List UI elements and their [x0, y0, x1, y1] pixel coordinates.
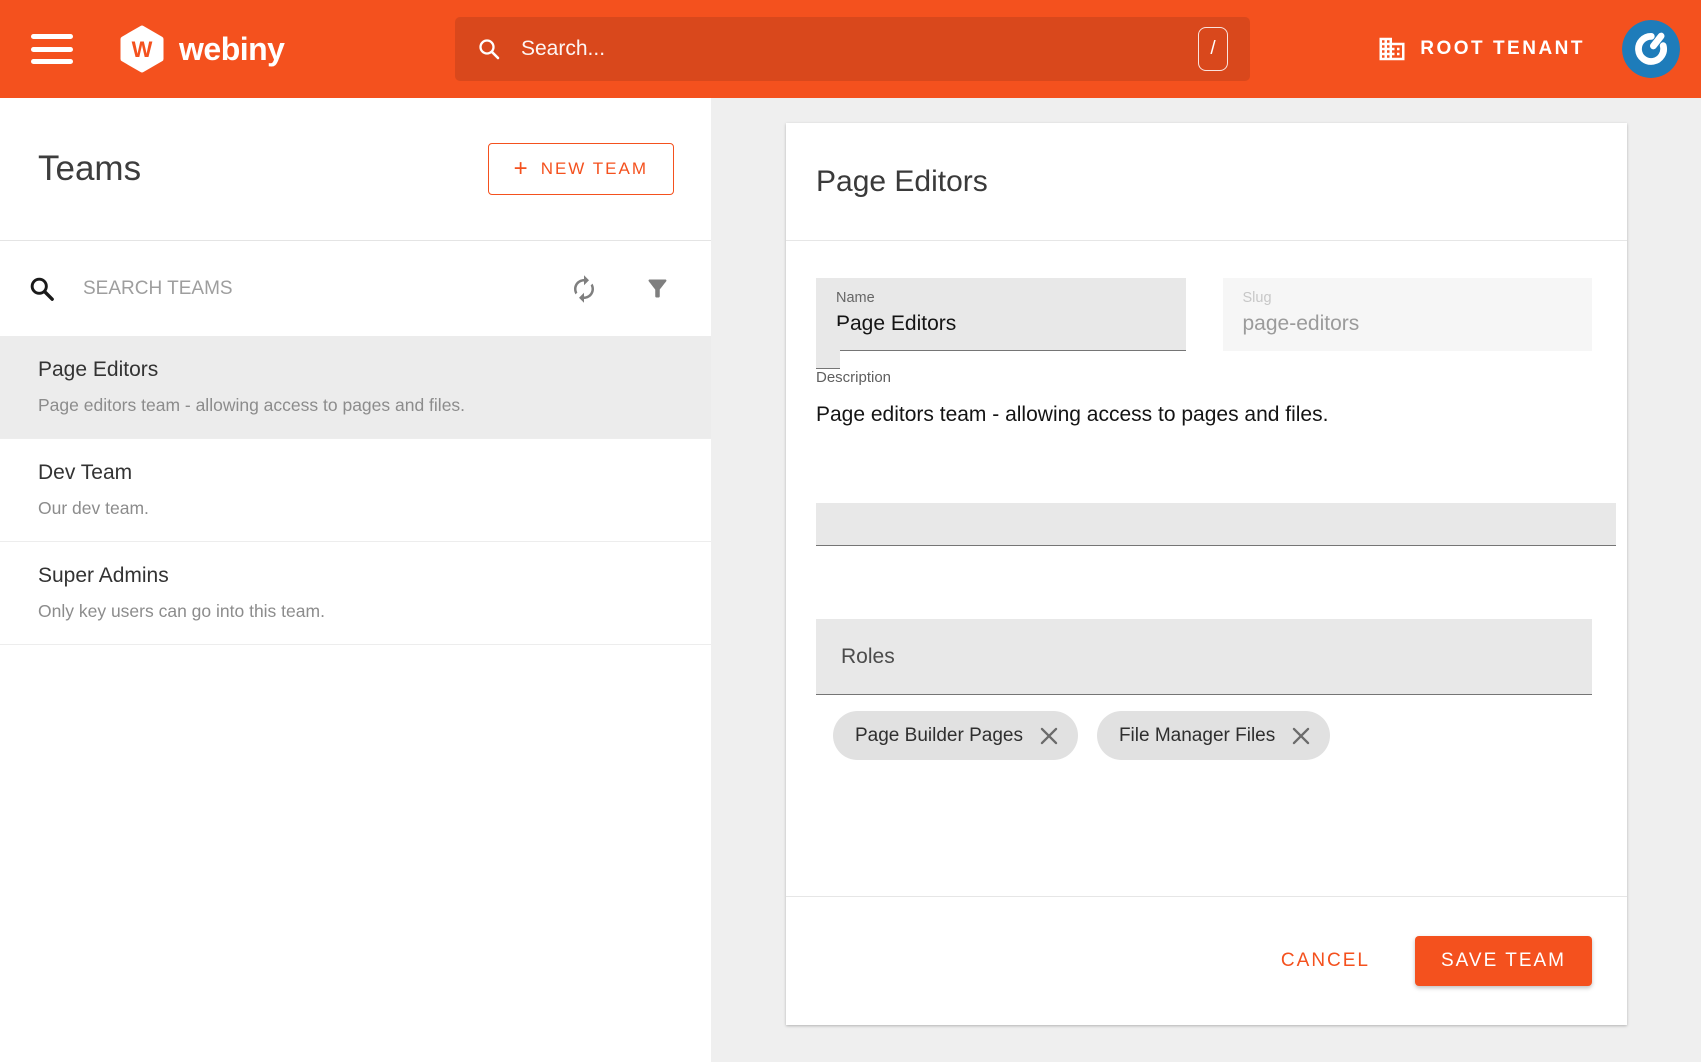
tenant-selector[interactable]: ROOT TENANT: [1377, 34, 1585, 64]
close-icon: [1040, 727, 1058, 745]
webiny-logo[interactable]: W webiny: [118, 25, 284, 73]
search-icon: [477, 37, 501, 61]
team-list-item-super-admins[interactable]: Super Admins Only key users can go into …: [0, 542, 711, 645]
role-chip-label: Page Builder Pages: [855, 725, 1023, 747]
team-description: Our dev team.: [38, 498, 673, 519]
team-name: Super Admins: [38, 564, 673, 588]
building-icon: [1377, 34, 1407, 64]
name-field-label: Name: [836, 290, 1166, 306]
description-field[interactable]: Description: [816, 326, 1616, 546]
team-editor-panel: Page Editors Name Slug Description: [711, 98, 1701, 1062]
filter-icon: [644, 275, 671, 302]
roles-field[interactable]: Roles: [816, 619, 1592, 695]
search-shortcut-key: /: [1198, 27, 1228, 71]
name-field[interactable]: Name: [816, 278, 1186, 351]
search-icon: [28, 275, 55, 302]
app-header: W webiny / ROOT TENANT: [0, 0, 1701, 98]
team-editor-title: Page Editors: [816, 165, 988, 199]
cancel-button[interactable]: CANCEL: [1275, 940, 1376, 982]
close-icon: [1292, 727, 1310, 745]
teams-panel-header: Teams + NEW TEAM: [0, 98, 711, 241]
page-title: Teams: [38, 149, 141, 189]
roles-chips: Page Builder Pages File Manager Files: [816, 711, 1592, 760]
team-editor-header: Page Editors: [786, 123, 1627, 241]
teams-search-input[interactable]: [83, 278, 569, 300]
svg-text:W: W: [132, 37, 153, 62]
slug-input: [1243, 312, 1573, 336]
teams-list: Page Editors Page editors team - allowin…: [0, 336, 711, 1062]
team-name: Dev Team: [38, 461, 673, 485]
team-name: Page Editors: [38, 358, 673, 382]
teams-panel: Teams + NEW TEAM: [0, 98, 711, 1062]
global-search-bar[interactable]: /: [455, 17, 1250, 81]
refresh-button[interactable]: [569, 274, 599, 304]
role-chip-file-manager-files: File Manager Files: [1097, 711, 1330, 760]
role-chip-page-builder-pages: Page Builder Pages: [833, 711, 1078, 760]
team-description: Only key users can go into this team.: [38, 601, 673, 622]
save-team-button[interactable]: SAVE TEAM: [1415, 936, 1592, 986]
team-editor-card: Page Editors Name Slug Description: [786, 123, 1627, 1025]
remove-role-button[interactable]: [1040, 727, 1058, 745]
webiny-hexagon-icon: W: [118, 25, 166, 73]
brand-name: webiny: [179, 31, 284, 68]
team-editor-form: Name Slug Description Roles: [786, 241, 1627, 896]
slug-field-label: Slug: [1243, 290, 1573, 306]
new-team-button-label: NEW TEAM: [541, 159, 648, 179]
description-input[interactable]: [816, 401, 1592, 541]
refresh-icon: [569, 274, 599, 304]
roles-field-label: Roles: [841, 645, 895, 669]
team-list-item-dev-team[interactable]: Dev Team Our dev team.: [0, 439, 711, 542]
plus-icon: +: [514, 155, 528, 183]
description-field-label: Description: [816, 369, 1592, 386]
filter-button[interactable]: [644, 275, 671, 302]
role-chip-label: File Manager Files: [1119, 725, 1275, 747]
hamburger-menu-icon[interactable]: [31, 34, 73, 64]
team-description: Page editors team - allowing access to p…: [38, 395, 673, 416]
name-slug-row: Name Slug: [816, 241, 1592, 351]
main-content: Teams + NEW TEAM: [0, 98, 1701, 1062]
teams-search-bar: [0, 241, 711, 336]
team-list-item-page-editors[interactable]: Page Editors Page editors team - allowin…: [0, 336, 711, 439]
new-team-button[interactable]: + NEW TEAM: [488, 143, 674, 195]
team-editor-actions: CANCEL SAVE TEAM: [786, 896, 1627, 1025]
tenant-label: ROOT TENANT: [1420, 38, 1585, 60]
global-search-input[interactable]: [521, 37, 1198, 61]
slug-field: Slug: [1223, 278, 1593, 351]
user-avatar[interactable]: [1622, 20, 1680, 78]
header-right-cluster: ROOT TENANT: [1377, 20, 1680, 78]
name-input[interactable]: [836, 312, 1166, 336]
remove-role-button[interactable]: [1292, 727, 1310, 745]
